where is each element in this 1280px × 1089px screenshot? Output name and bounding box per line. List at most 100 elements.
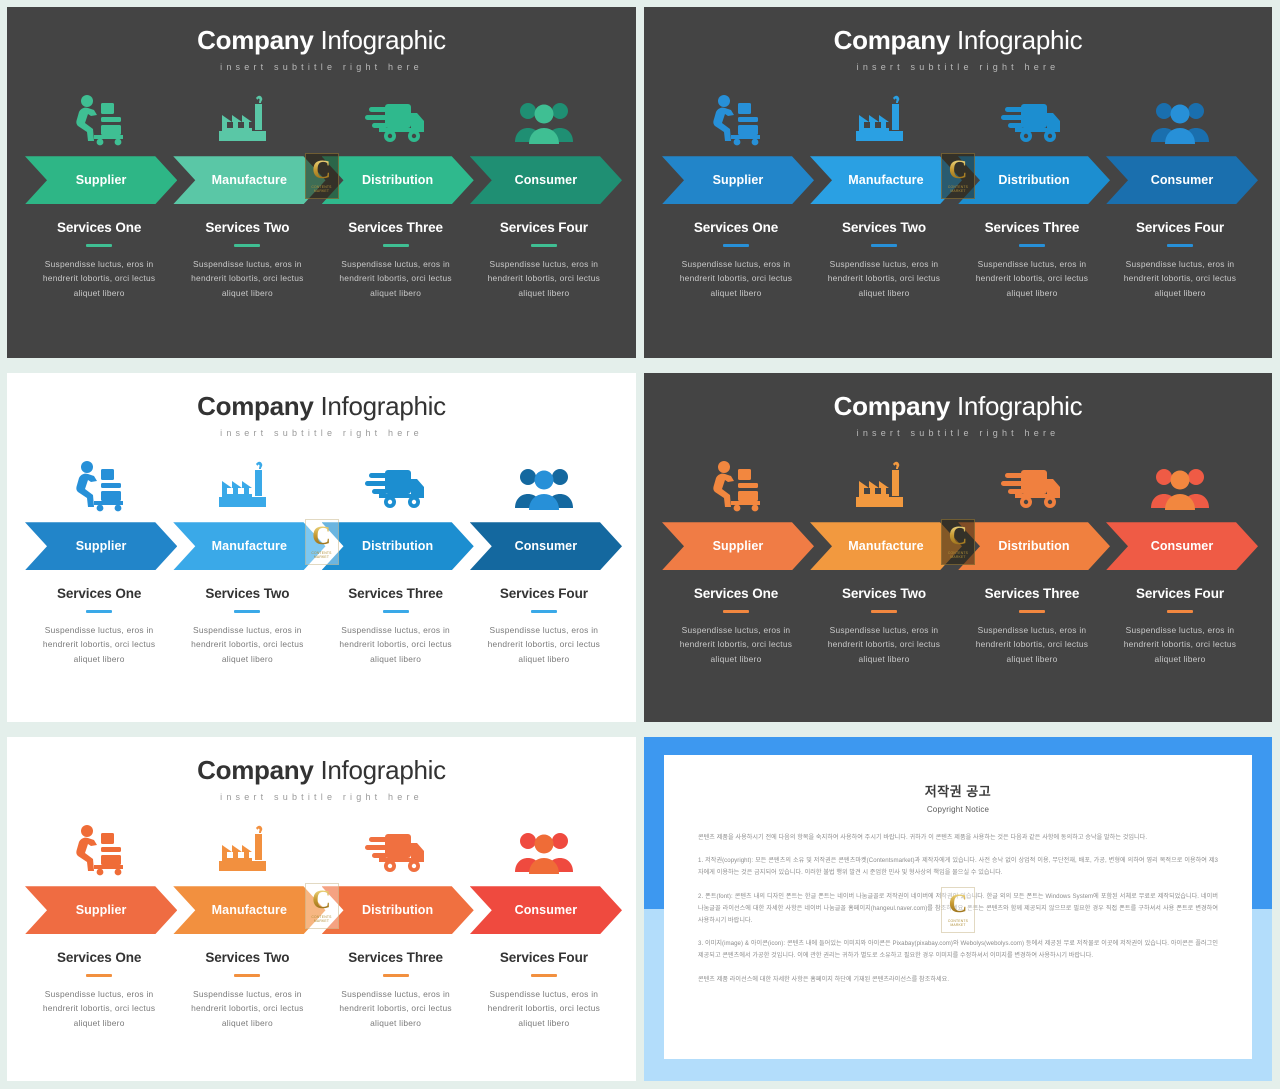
copyright-paper: 저작권 공고 Copyright Notice 콘텐츠 제품을 사용하시기 전에…: [664, 755, 1252, 1059]
people-group-icon: [470, 820, 618, 876]
chevron-step-3[interactable]: Distribution: [322, 156, 474, 204]
copyright-title: 저작권 공고: [924, 784, 992, 799]
chevron-label: Consumer: [1150, 539, 1214, 554]
chevron-step-2[interactable]: Manufacture: [173, 156, 325, 204]
chevron-step-2[interactable]: Manufacture: [173, 522, 325, 570]
services-row: Services One Suspendisse luctus, eros in…: [7, 586, 636, 666]
service-rule: [1167, 244, 1193, 247]
service-block-1: Services One Suspendisse luctus, eros in…: [25, 586, 173, 666]
service-body: Suspendisse luctus, eros in hendrerit lo…: [339, 988, 452, 1028]
chevron-step-2[interactable]: Manufacture: [810, 522, 962, 570]
slide-cell-3: Company Infographic insert subtitle righ…: [0, 366, 640, 730]
icon-row: [644, 456, 1272, 512]
factory-icon: [810, 90, 958, 146]
service-heading: Services One: [693, 586, 779, 602]
slide-orange-light[interactable]: Company Infographic insert subtitle righ…: [7, 737, 636, 1081]
chevron-step-4[interactable]: Consumer: [470, 886, 622, 934]
service-heading: Services Four: [1136, 220, 1224, 236]
service-heading: Services Three: [348, 220, 443, 236]
service-body: Suspendisse luctus, eros in hendrerit lo…: [975, 624, 1089, 664]
service-heading: Services Two: [841, 586, 927, 602]
service-block-2: Services Two Suspendisse luctus, eros in…: [810, 220, 958, 300]
slide-cell-2: Company Infographic insert subtitle righ…: [640, 0, 1280, 366]
page-title: Company Infographic: [644, 7, 1272, 54]
chevron-step-4[interactable]: Consumer: [1106, 522, 1258, 570]
service-rule: [1019, 244, 1045, 247]
service-block-4: Services Four Suspendisse luctus, eros i…: [1106, 586, 1254, 666]
chevron-label: Manufacture: [211, 539, 288, 554]
chevron-label: Manufacture: [848, 539, 924, 554]
slide-blue-dark[interactable]: Company Infographic insert subtitle righ…: [644, 7, 1272, 358]
title-light: Infographic: [950, 391, 1083, 421]
service-rule: [234, 244, 261, 247]
chevron-label: Supplier: [712, 173, 764, 188]
service-heading: Services Two: [205, 950, 290, 966]
slide-blue-light[interactable]: Company Infographic insert subtitle righ…: [7, 373, 636, 722]
chevron-label: Consumer: [1150, 173, 1214, 188]
copyright-paragraph: 1. 저작권(copyright): 모든 콘텐츠의 소유 및 저작권은 콘텐츠…: [698, 857, 1218, 877]
chevron-label: Supplier: [712, 539, 764, 554]
slide-orange-dark[interactable]: Company Infographic insert subtitle righ…: [644, 373, 1272, 722]
service-rule: [234, 610, 261, 613]
service-block-3: Services Three Suspendisse luctus, eros …: [958, 586, 1106, 666]
copyright-paragraph: 3. 이미지(image) & 아이콘(icon): 콘텐츠 내에 들어있는 이…: [698, 940, 1218, 960]
title-bold: Company: [197, 25, 314, 55]
chevron-label: Distribution: [998, 539, 1070, 554]
title-light: Infographic: [950, 25, 1083, 55]
worker-cart-icon: [25, 820, 173, 876]
chevron-step-4[interactable]: Consumer: [470, 522, 622, 570]
service-rule: [382, 244, 409, 247]
chevron-step-1[interactable]: Supplier: [25, 522, 177, 570]
chevron-step-3[interactable]: Distribution: [958, 522, 1110, 570]
service-rule: [382, 610, 409, 613]
service-body: Suspendisse luctus, eros in hendrerit lo…: [827, 258, 941, 298]
chevron-label: Consumer: [514, 903, 578, 918]
service-body: Suspendisse luctus, eros in hendrerit lo…: [975, 258, 1089, 298]
service-block-4: Services Four Suspendisse luctus, eros i…: [470, 586, 618, 666]
chevron-label: Manufacture: [211, 903, 288, 918]
people-group-icon: [1106, 90, 1254, 146]
chevron-step-2[interactable]: Manufacture: [173, 886, 325, 934]
copyright-paragraph: 2. 폰트(font): 콘텐츠 내의 디자인 폰트는 한글 폰트는 네이버 나…: [698, 892, 1218, 924]
process-chevron-band: Supplier Manufacture Distribution Consum…: [7, 522, 636, 570]
process-chevron-band: Supplier Manufacture Distribution Consum…: [644, 522, 1272, 570]
service-body: Suspendisse luctus, eros in hendrerit lo…: [487, 988, 601, 1028]
chevron-step-2[interactable]: Manufacture: [810, 156, 962, 204]
chevron-label: Distribution: [361, 173, 434, 188]
slide-teal-dark[interactable]: Company Infographic insert subtitle righ…: [7, 7, 636, 358]
chevron-step-3[interactable]: Distribution: [322, 522, 474, 570]
service-heading: Services One: [56, 586, 142, 602]
service-block-1: Services One Suspendisse luctus, eros in…: [25, 950, 173, 1030]
service-heading: Services Two: [841, 220, 927, 236]
process-chevron-band: Supplier Manufacture Distribution Consum…: [7, 886, 636, 934]
service-block-2: Services Two Suspendisse luctus, eros in…: [810, 586, 958, 666]
service-body: Suspendisse luctus, eros in hendrerit lo…: [487, 624, 601, 664]
chevron-step-1[interactable]: Supplier: [25, 886, 177, 934]
service-block-3: Services Three Suspendisse luctus, eros …: [958, 220, 1106, 300]
page-title: Company Infographic: [7, 7, 636, 54]
chevron-label: Distribution: [361, 539, 434, 554]
service-body: Suspendisse luctus, eros in hendrerit lo…: [827, 624, 941, 664]
service-block-2: Services Two Suspendisse luctus, eros in…: [173, 586, 321, 666]
chevron-step-4[interactable]: Consumer: [1106, 156, 1258, 204]
copyright-subtitle: Copyright Notice: [926, 805, 990, 814]
people-group-icon: [470, 90, 618, 146]
chevron-label: Consumer: [514, 539, 578, 554]
service-body: Suspendisse luctus, eros in hendrerit lo…: [339, 258, 452, 298]
factory-icon: [173, 456, 321, 512]
chevron-step-1[interactable]: Supplier: [662, 156, 814, 204]
page-subtitle: insert subtitle right here: [856, 428, 1060, 439]
icon-row: [7, 820, 636, 876]
service-rule: [1019, 610, 1045, 613]
chevron-step-3[interactable]: Distribution: [322, 886, 474, 934]
chevron-step-1[interactable]: Supplier: [25, 156, 177, 204]
service-block-1: Services One Suspendisse luctus, eros in…: [25, 220, 173, 300]
icon-row: [644, 90, 1272, 146]
chevron-step-1[interactable]: Supplier: [662, 522, 814, 570]
chevron-step-3[interactable]: Distribution: [958, 156, 1110, 204]
chevron-step-4[interactable]: Consumer: [470, 156, 622, 204]
slide-copyright-notice[interactable]: 저작권 공고 Copyright Notice 콘텐츠 제품을 사용하시기 전에…: [644, 737, 1272, 1081]
service-heading: Services Four: [499, 586, 588, 602]
service-block-3: Services Three Suspendisse luctus, eros …: [322, 586, 470, 666]
chevron-label: Distribution: [998, 173, 1070, 188]
